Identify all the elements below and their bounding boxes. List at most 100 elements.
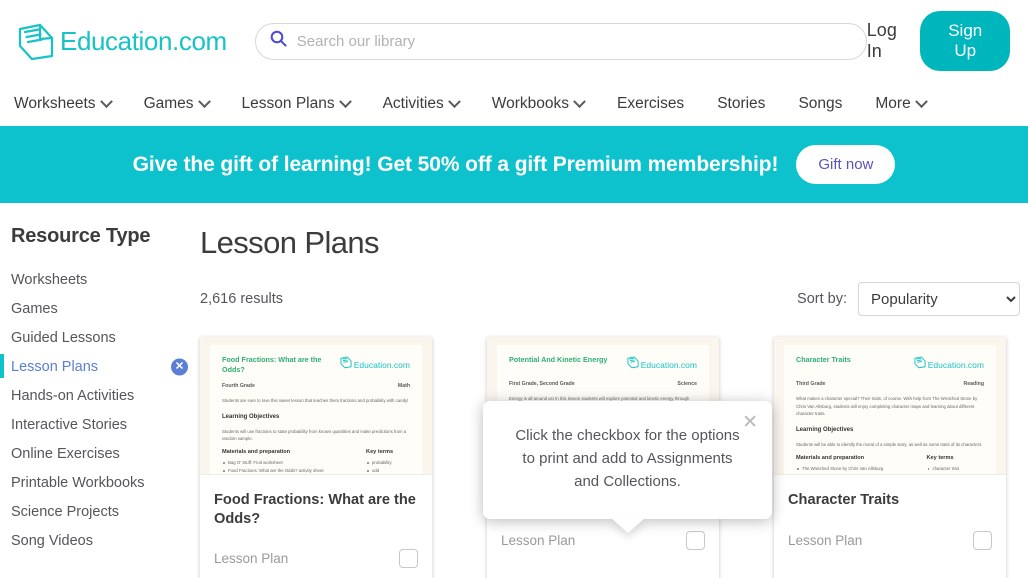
result-card[interactable]: Character Traits Education.com Third Gra… — [774, 337, 1006, 578]
card-type-label: Lesson Plan — [214, 551, 289, 567]
nav-item-lesson-plans[interactable]: Lesson Plans — [242, 94, 371, 113]
thumbnail-objectives-heading: Learning Objectives — [222, 413, 280, 420]
thumbnail-logo-text: Education.com — [640, 359, 697, 370]
sidebar-item-lesson-plans[interactable]: Lesson Plans ✕ — [0, 352, 194, 381]
sidebar-item-interactive-stories[interactable]: Interactive Stories — [11, 410, 194, 439]
close-icon[interactable]: ✕ — [742, 413, 758, 432]
sidebar-item-label: Interactive Stories — [11, 416, 128, 433]
sort-by-select[interactable]: Popularity Most Recent Alphabetical Grad… — [858, 282, 1020, 316]
card-thumbnail[interactable]: Character Traits Education.com Third Gra… — [774, 337, 1006, 475]
results-count: 2,616 results — [200, 291, 284, 307]
nav-item-exercises[interactable]: Exercises — [617, 95, 705, 113]
card-title[interactable]: Character Traits — [788, 491, 992, 510]
card-title[interactable]: Food Fractions: What are the Odds? — [214, 491, 418, 528]
thumbnail-header: Potential And Kinetic Energy Education.c… — [509, 355, 697, 374]
sidebar-item-science-projects[interactable]: Science Projects — [11, 497, 194, 526]
result-card[interactable]: Food Fractions: What are the Odds? Educa… — [200, 337, 432, 578]
thumbnail-meta: First Grade, Second Grade Science — [509, 381, 697, 387]
card-footer: Lesson Plan — [788, 531, 992, 550]
thumbnail-key-terms-heading: Key terms — [926, 454, 954, 461]
resource-type-sidebar: Resource Type Worksheets Games Guided Le… — [0, 225, 200, 578]
card-footer: Lesson Plan — [214, 549, 418, 569]
thumbnail-logo-text: Education.com — [353, 359, 410, 370]
nav-item-activities[interactable]: Activities — [383, 94, 480, 113]
chevron-down-icon — [914, 94, 928, 108]
card-thumbnail[interactable]: Food Fractions: What are the Odds? Educa… — [200, 337, 432, 475]
thumbnail-list-item: The Wretched Stone by Chris Van Allsburg — [796, 465, 909, 473]
auth-actions: Log In Sign Up — [867, 11, 1014, 71]
card-type-label: Lesson Plan — [501, 533, 576, 548]
thumbnail-meta: Third Grade Reading — [796, 381, 984, 387]
page-title: Lesson Plans — [200, 225, 380, 260]
tooltip-text: Click the checkbox for the options to pr… — [515, 427, 740, 490]
thumbnail-objectives-heading: Learning Objectives — [796, 427, 854, 434]
card-body: Food Fractions: What are the Odds? Lesso… — [200, 475, 432, 578]
sidebar-item-label: Games — [11, 300, 58, 317]
sidebar-item-games[interactable]: Games — [11, 294, 194, 323]
promo-banner: Give the gift of learning! Get 50% off a… — [0, 126, 1028, 203]
site-logo[interactable]: Education.com — [14, 19, 227, 63]
site-logo-text: Education.com — [60, 25, 227, 56]
thumbnail-logo: Education.com — [913, 355, 984, 374]
thumbnail-key-terms-heading: Key terms — [366, 449, 394, 456]
checkbox-tooltip: ✕ Click the checkbox for the options to … — [483, 401, 772, 534]
sidebar-item-printable-workbooks[interactable]: Printable Workbooks — [11, 468, 194, 497]
thumbnail-key-terms: Key terms probability odd fraction — [366, 449, 410, 474]
thumbnail-key-terms: Key terms character trait moral — [926, 454, 985, 474]
sign-up-button[interactable]: Sign Up — [920, 11, 1010, 71]
thumbnail-list-item: Food Fractions: What are the Odds? activ… — [222, 467, 348, 474]
search-bar[interactable] — [254, 22, 867, 60]
card-checkbox[interactable] — [399, 549, 418, 569]
nav-item-label: More — [875, 95, 911, 112]
thumbnail-columns: Materials and preparation Bag O' Stuff: … — [222, 449, 410, 474]
thumbnail-list-item: character trait — [927, 465, 985, 473]
nav-item-stories[interactable]: Stories — [717, 95, 786, 113]
nav-item-label: Worksheets — [14, 95, 96, 112]
thumbnail-logo: Education.com — [339, 355, 410, 374]
sidebar-title: Resource Type — [11, 225, 151, 247]
thumbnail-logo-text: Education.com — [927, 359, 984, 370]
chevron-down-icon — [573, 94, 586, 108]
gift-now-button[interactable]: Gift now — [796, 145, 896, 184]
thumbnail-materials-heading: Materials and preparation — [796, 454, 865, 461]
thumbnail-meta: Fourth Grade Math — [222, 383, 410, 389]
nav-item-label: Workbooks — [491, 95, 569, 112]
sidebar-item-online-exercises[interactable]: Online Exercises — [11, 439, 194, 468]
thumbnail-grade: Fourth Grade — [222, 382, 255, 389]
nav-item-songs[interactable]: Songs — [798, 95, 863, 113]
thumbnail-header: Food Fractions: What are the Odds? Educa… — [222, 355, 410, 376]
chevron-down-icon — [197, 94, 211, 108]
card-type-label: Lesson Plan — [788, 533, 863, 548]
thumbnail-grade: First Grade, Second Grade — [509, 381, 575, 387]
sidebar-item-worksheets[interactable]: Worksheets — [11, 265, 194, 294]
chevron-down-icon — [338, 94, 352, 108]
tooltip-arrow — [610, 518, 645, 534]
page-content: Resource Type Worksheets Games Guided Le… — [0, 203, 1028, 578]
nav-item-workbooks[interactable]: Workbooks — [491, 94, 605, 113]
promo-banner-text: Give the gift of learning! Get 50% off a… — [132, 152, 779, 176]
nav-item-label: Games — [143, 95, 194, 112]
card-checkbox[interactable] — [686, 531, 705, 550]
sort-group: Sort by: Popularity Most Recent Alphabet… — [797, 282, 1020, 316]
thumbnail-list-item: Bag O' Stuff: Fruit worksheet — [222, 459, 348, 467]
nav-item-worksheets[interactable]: Worksheets — [14, 94, 132, 113]
sidebar-item-guided-lessons[interactable]: Guided Lessons — [11, 323, 194, 352]
thumbnail-columns: Materials and preparation The Wretched S… — [796, 454, 985, 474]
sidebar-item-song-videos[interactable]: Song Videos — [11, 526, 194, 555]
close-circle-icon[interactable]: ✕ — [171, 358, 188, 375]
card-checkbox[interactable] — [973, 531, 992, 550]
nav-item-label: Exercises — [617, 95, 685, 112]
search-input[interactable] — [296, 32, 852, 50]
chevron-down-icon — [99, 94, 113, 108]
nav-item-more[interactable]: More — [875, 94, 935, 113]
log-in-link[interactable]: Log In — [867, 20, 905, 62]
sidebar-item-hands-on-activities[interactable]: Hands-on Activities — [11, 381, 194, 410]
thumbnail-list-item: Sticky notes — [796, 473, 909, 474]
thumbnail-grade: Third Grade — [796, 381, 826, 387]
results-toolbar: 2,616 results Sort by: Popularity Most R… — [200, 282, 1020, 316]
thumbnail-title: Food Fractions: What are the Odds? — [222, 355, 322, 375]
thumbnail-title: Potential And Kinetic Energy — [509, 355, 608, 364]
thumbnail-list-item: probability — [366, 459, 410, 467]
chevron-down-icon — [447, 94, 461, 108]
nav-item-games[interactable]: Games — [143, 94, 230, 113]
